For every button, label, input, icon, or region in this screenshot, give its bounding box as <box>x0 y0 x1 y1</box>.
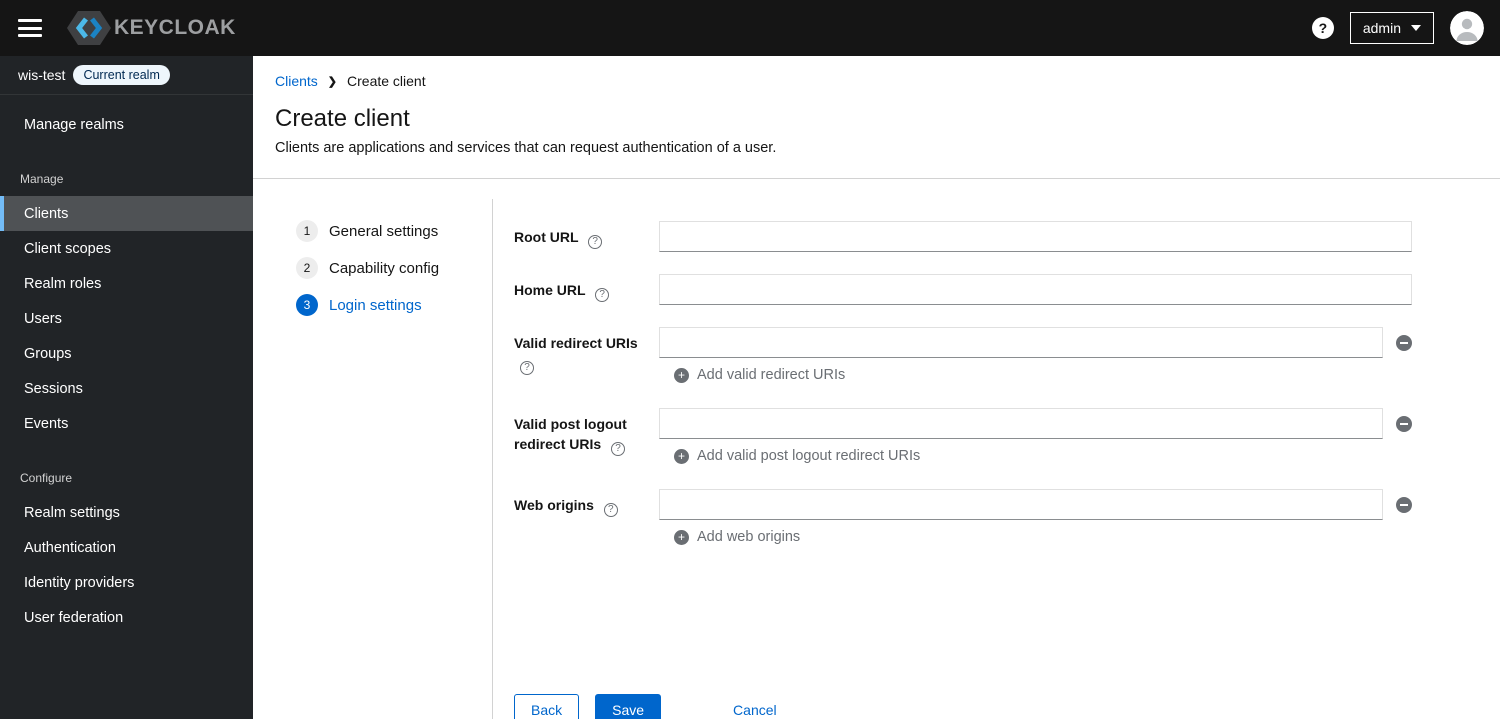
field-label: Root URL ? <box>514 221 659 249</box>
save-button[interactable]: Save <box>595 694 662 719</box>
step-label: Capability config <box>329 259 440 277</box>
sidebar-item-user-federation[interactable]: User federation <box>0 600 253 635</box>
sidebar: wis-test Current realm Manage realms Man… <box>0 56 253 719</box>
wizard-nav: 1 General settings 2 Capability config 3… <box>253 199 493 719</box>
breadcrumb: Clients ❯ Create client <box>275 73 1476 89</box>
user-menu-label: admin <box>1362 20 1401 36</box>
sidebar-item-users[interactable]: Users <box>0 301 253 336</box>
login-settings-form: Root URL ? Home URL ? Valid redirect URI… <box>493 199 1500 719</box>
sidebar-item-manage-realms[interactable]: Manage realms <box>0 107 253 142</box>
current-realm-badge: Current realm <box>73 65 170 85</box>
root-url-input[interactable] <box>659 221 1412 252</box>
plus-circle-icon: + <box>674 367 689 383</box>
minus-circle-icon[interactable] <box>1396 415 1412 432</box>
home-url-input[interactable] <box>659 274 1412 305</box>
minus-circle-icon[interactable] <box>1396 496 1412 513</box>
valid-post-logout-redirect-uris-input[interactable] <box>659 408 1383 439</box>
back-button[interactable]: Back <box>514 694 580 719</box>
sidebar-item-client-scopes[interactable]: Client scopes <box>0 231 253 266</box>
hamburger-menu-icon[interactable] <box>18 19 42 37</box>
question-circle-icon[interactable]: ? <box>603 503 618 517</box>
breadcrumb-link-clients[interactable]: Clients <box>275 73 318 89</box>
step-number: 2 <box>296 257 318 279</box>
wizard-step-login-settings[interactable]: 3 Login settings <box>296 294 492 316</box>
form-row-home-url: Home URL ? <box>514 274 1412 305</box>
form-row-valid-post-logout-redirect-uris: Valid post logout redirect URIs ? + Add … <box>514 408 1412 489</box>
user-menu-dropdown[interactable]: admin <box>1349 12 1434 44</box>
web-origins-input[interactable] <box>659 489 1383 520</box>
cancel-button[interactable]: Cancel <box>717 694 793 719</box>
form-row-valid-redirect-uris: Valid redirect URIs ? + Add valid redire… <box>514 327 1412 408</box>
question-circle-icon[interactable]: ? <box>520 361 534 375</box>
user-avatar[interactable] <box>1450 11 1484 45</box>
form-row-root-url: Root URL ? <box>514 221 1412 252</box>
page-header: Clients ❯ Create client Create client Cl… <box>253 56 1500 179</box>
sidebar-item-clients[interactable]: Clients <box>0 196 253 231</box>
valid-redirect-uris-input[interactable] <box>659 327 1383 358</box>
add-web-origins-button[interactable]: + Add web origins <box>674 529 800 545</box>
keycloak-logo[interactable]: KEYCLOAK <box>66 8 236 48</box>
main-content: Clients ❯ Create client Create client Cl… <box>253 56 1500 719</box>
question-circle-icon[interactable]: ? <box>595 288 610 302</box>
sidebar-section-manage: Manage <box>20 172 64 186</box>
sidebar-item-identity-providers[interactable]: Identity providers <box>0 565 253 600</box>
field-label: Web origins ? <box>514 489 659 517</box>
sidebar-item-realm-roles[interactable]: Realm roles <box>0 266 253 301</box>
page-subtitle: Clients are applications and services th… <box>275 140 777 156</box>
sidebar-item-groups[interactable]: Groups <box>0 336 253 371</box>
realm-name: wis-test <box>18 67 66 83</box>
step-label: Login settings <box>329 296 422 314</box>
add-valid-post-logout-redirect-uris-button[interactable]: + Add valid post logout redirect URIs <box>674 448 920 464</box>
field-label: Home URL ? <box>514 274 659 302</box>
sidebar-item-events[interactable]: Events <box>0 406 253 441</box>
sidebar-item-authentication[interactable]: Authentication <box>0 530 253 565</box>
caret-down-icon <box>1411 25 1421 31</box>
wizard-step-general-settings[interactable]: 1 General settings <box>296 220 492 242</box>
field-label: Valid redirect URIs ? <box>514 335 638 375</box>
step-label: General settings <box>329 222 439 240</box>
plus-circle-icon: + <box>674 529 689 545</box>
keycloak-hexagon-icon <box>67 11 111 45</box>
sidebar-item-realm-settings[interactable]: Realm settings <box>0 495 253 530</box>
plus-circle-icon: + <box>674 448 689 464</box>
form-row-web-origins: Web origins ? + Add web origins <box>514 489 1412 570</box>
brand-text: KEYCLOAK <box>114 16 236 39</box>
form-actions: Back Save Cancel <box>514 694 1412 719</box>
step-number: 3 <box>296 294 318 316</box>
question-circle-icon[interactable]: ? <box>611 442 626 456</box>
sidebar-section-configure: Configure <box>20 471 73 485</box>
breadcrumb-current: Create client <box>347 73 426 89</box>
sidebar-item-sessions[interactable]: Sessions <box>0 371 253 406</box>
minus-circle-icon[interactable] <box>1396 334 1412 351</box>
field-label: Valid post logout redirect URIs ? <box>514 416 627 456</box>
page-title: Create client <box>275 105 410 132</box>
realm-selector[interactable]: wis-test Current realm <box>0 56 253 95</box>
question-circle-icon[interactable]: ? <box>588 235 603 249</box>
add-valid-redirect-uris-button[interactable]: + Add valid redirect URIs <box>674 367 845 383</box>
help-icon[interactable]: ? <box>1311 17 1334 39</box>
wizard-step-capability-config[interactable]: 2 Capability config <box>296 257 492 279</box>
breadcrumb-chevron-icon: ❯ <box>327 75 338 88</box>
masthead: KEYCLOAK ? admin <box>0 0 1500 56</box>
step-number: 1 <box>296 220 318 242</box>
